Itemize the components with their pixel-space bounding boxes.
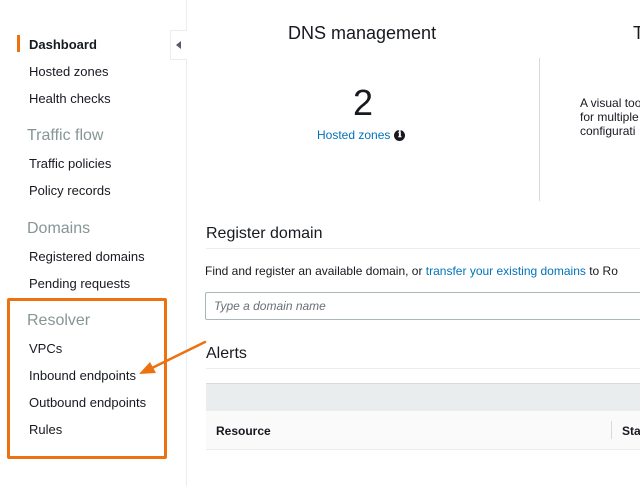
alerts-title: Alerts [206,345,247,362]
traffic-desc-line: A visual too [580,96,640,110]
caret-left-icon [176,41,181,49]
traffic-desc-line: for multiple [580,110,639,124]
domain-search-input[interactable] [205,292,640,320]
divider [206,248,640,249]
register-domain-title: Register domain [206,225,323,242]
sidebar-item-dashboard[interactable]: Dashboard [29,37,97,52]
alerts-table-header: Resource Statu [206,410,640,450]
divider [206,368,640,369]
sidebar-item-policy-records[interactable]: Policy records [29,183,111,198]
sidebar-heading-traffic-flow: Traffic flow [27,127,104,144]
sidebar-heading-domains: Domains [27,220,91,237]
column-divider [611,421,612,439]
traffic-flow-title: T [633,23,640,43]
column-divider [539,58,540,201]
sidebar-item-health-checks[interactable]: Health checks [29,91,111,106]
resolver-highlight-box [7,298,167,459]
traffic-desc-line: configurati [580,124,636,138]
hosted-zones-link[interactable]: Hosted zones ℹ [317,128,406,142]
register-desc-suffix: to Ro [585,264,618,278]
dns-management-title: DNS management [288,23,437,43]
traffic-flow-description: A visual too for multiple configurati [580,96,640,138]
alerts-table-toolbar [206,383,640,411]
hosted-zones-link-label[interactable]: Hosted zones [317,128,390,142]
main-content: DNS management 2 Hosted zones ℹ T A visu… [188,0,640,486]
register-domain-description: Find and register an available domain, o… [205,264,618,278]
hosted-zones-count: 2 [353,82,374,123]
sidebar-item-pending-requests[interactable]: Pending requests [29,276,130,291]
register-desc-prefix: Find and register an available domain, o… [205,264,426,278]
sidebar-collapse-button[interactable] [170,30,187,60]
active-indicator [17,35,20,52]
column-header-status[interactable]: Statu [622,424,640,438]
sidebar-item-hosted-zones[interactable]: Hosted zones [29,64,109,79]
transfer-domains-link[interactable]: transfer your existing domains [426,264,586,278]
info-icon[interactable]: ℹ [394,129,406,141]
sidebar-item-registered-domains[interactable]: Registered domains [29,249,145,264]
sidebar-item-traffic-policies[interactable]: Traffic policies [29,156,111,171]
column-header-resource[interactable]: Resource [216,424,271,438]
